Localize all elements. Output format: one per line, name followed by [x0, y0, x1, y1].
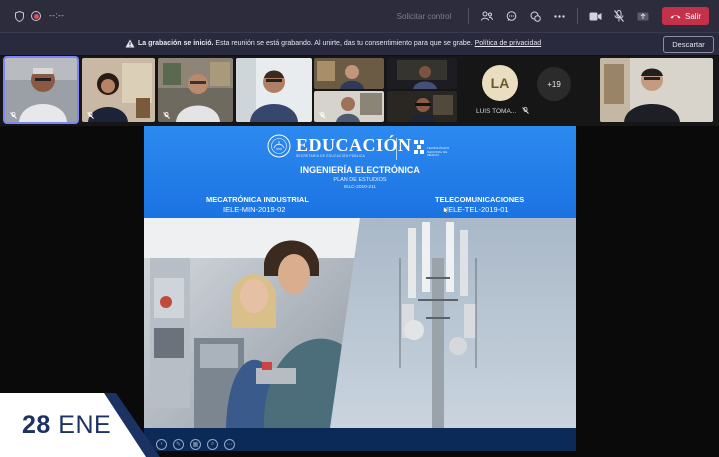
- plan-code: IELC-2010-211: [343, 185, 377, 190]
- participant-strip: LA LUIS TOMA... +19: [0, 56, 719, 126]
- teams-meeting-window: --:-- Solicitar control Salir La grabaci…: [0, 0, 719, 457]
- participant-tile[interactable]: [314, 58, 384, 89]
- brand-title: EDUCACIÓN: [296, 135, 412, 155]
- participant-name-label: LUIS TOMA...: [476, 108, 517, 115]
- participant-tile[interactable]: [158, 58, 233, 122]
- privacy-policy-link[interactable]: Política de privacidad: [475, 40, 542, 47]
- leave-button[interactable]: Salir: [662, 7, 709, 25]
- mic-off-icon: [522, 107, 529, 114]
- slides-grid-icon[interactable]: ▦: [190, 438, 201, 450]
- program-title: INGENIERÍA ELECTRÓNICA: [300, 165, 420, 175]
- warning-icon: [125, 39, 135, 48]
- mic-off-icon[interactable]: [610, 7, 628, 25]
- brand-subtitle: SECRETARÍA DE EDUCACIÓN PÚBLICA: [296, 154, 366, 158]
- leave-label: Salir: [684, 11, 701, 21]
- recording-banner: La grabación se inició. Esta reunión se …: [0, 32, 719, 55]
- date-month: ENE: [58, 411, 112, 439]
- shield-icon[interactable]: [15, 11, 24, 22]
- people-icon[interactable]: [478, 7, 496, 25]
- record-icon[interactable]: [31, 11, 41, 21]
- participant-video: [387, 58, 457, 89]
- camera-icon[interactable]: [586, 7, 604, 25]
- date-day: 28: [22, 411, 51, 439]
- toolbar-divider: [468, 8, 469, 24]
- more-participants-button[interactable]: +19: [537, 67, 571, 101]
- meeting-timer: --:--: [49, 11, 65, 20]
- recording-message: La grabación se inició. Esta reunión se …: [138, 40, 541, 47]
- mic-off-icon: [319, 112, 326, 119]
- recording-message-body: Esta reunión se está grabando. Al unirte…: [215, 40, 473, 47]
- mic-off-icon: [10, 112, 17, 119]
- more-icon[interactable]: [550, 7, 568, 25]
- dismiss-button[interactable]: Descartar: [663, 36, 714, 53]
- avatar[interactable]: LA: [482, 65, 518, 101]
- slide-header: EDUCACIÓN SECRETARÍA DE EDUCACIÓN PÚBLIC…: [144, 126, 576, 218]
- participant-video: [387, 91, 457, 122]
- participant-tile[interactable]: [314, 91, 384, 122]
- participant-tile[interactable]: [387, 91, 457, 122]
- tecnm-logo: [414, 140, 424, 154]
- mic-off-icon: [163, 112, 170, 119]
- request-control-button[interactable]: Solicitar control: [392, 6, 456, 26]
- plan-label: PLAN DE ESTUDIOS: [333, 177, 387, 183]
- telecom-tower-photo: [330, 218, 576, 428]
- participant-tile[interactable]: [82, 58, 155, 122]
- specialty-right-title: TELECOMUNICACIONES: [435, 195, 525, 204]
- participant-tile[interactable]: [236, 58, 312, 122]
- zoom-icon[interactable]: ⌕: [207, 438, 218, 450]
- participant-tile[interactable]: [387, 58, 457, 89]
- reactions-icon[interactable]: [526, 7, 544, 25]
- specialty-left-code: IELE-MIN-2019-02: [223, 205, 286, 214]
- date-label: 28 ENE: [22, 411, 111, 440]
- mouse-cursor-icon: [443, 206, 449, 214]
- toolbar-divider: [577, 8, 578, 24]
- participant-tile[interactable]: [600, 58, 713, 122]
- specialty-right-code: IELE-TEL-2019-01: [446, 205, 509, 214]
- chat-icon[interactable]: [502, 7, 520, 25]
- tecnm-subtitle: TECNOLÓGICO NACIONAL DE MÉXICO: [427, 146, 450, 157]
- more-options-icon[interactable]: ⋯: [224, 438, 235, 450]
- participant-video: [314, 58, 384, 89]
- sep-seal-logo: [267, 134, 291, 158]
- meeting-toolbar: --:-- Solicitar control Salir: [0, 0, 719, 32]
- participant-name: LUIS TOMA...: [476, 107, 529, 115]
- logo-divider: [396, 138, 397, 160]
- specialty-left-title: MECATRÓNICA INDUSTRIAL: [206, 195, 309, 204]
- phone-icon: [670, 14, 681, 18]
- share-icon[interactable]: [634, 7, 652, 25]
- recording-message-title: La grabación se inició.: [138, 40, 214, 47]
- participant-video: [236, 58, 312, 122]
- presentation-slide: EDUCACIÓN SECRETARÍA DE EDUCACIÓN PÚBLIC…: [144, 126, 576, 451]
- participant-video: [600, 58, 713, 122]
- mic-off-icon: [87, 112, 94, 119]
- pen-icon[interactable]: ✎: [173, 438, 184, 450]
- participant-tile[interactable]: [3, 56, 79, 124]
